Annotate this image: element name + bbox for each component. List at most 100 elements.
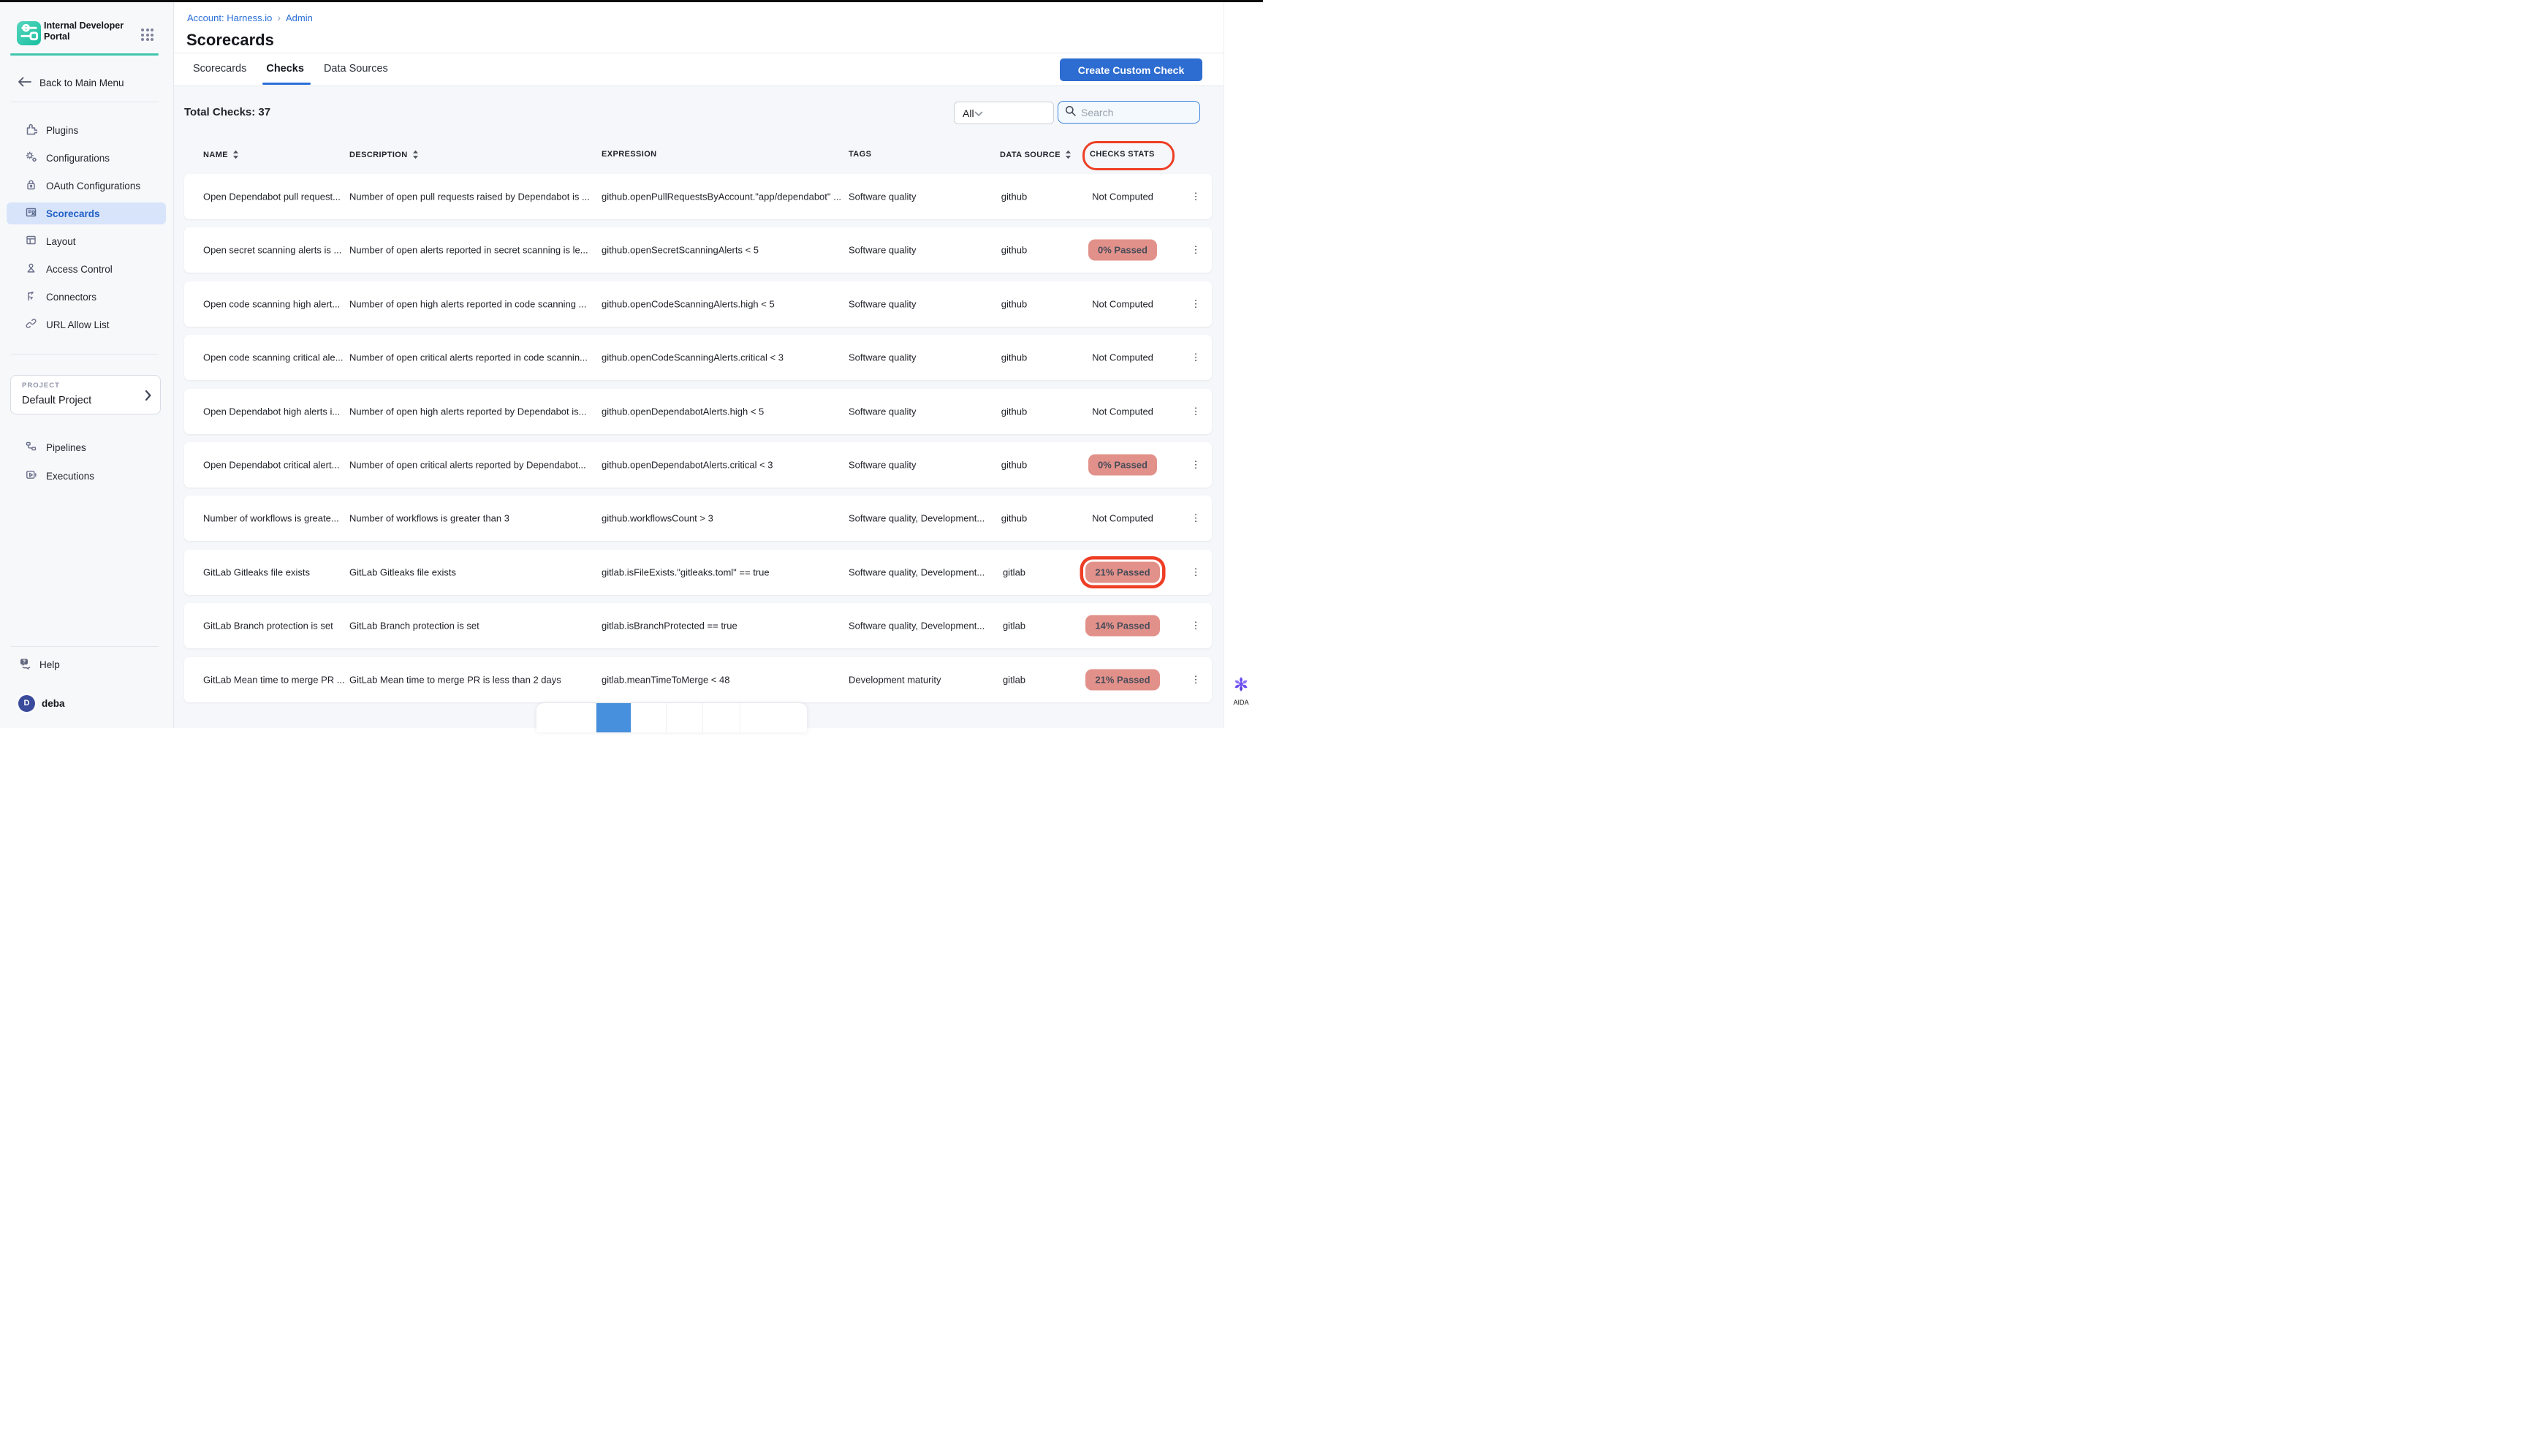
pagination-page[interactable] (667, 703, 703, 732)
stats-badge: 14% Passed (1085, 615, 1159, 637)
row-name: Open code scanning high alert... (203, 298, 346, 309)
row-name: GitLab Branch protection is set (203, 621, 346, 632)
row-kebab-menu[interactable]: ⋮ (1188, 620, 1204, 632)
user-name: deba (42, 698, 65, 709)
sidebar-item-scorecards[interactable]: Scorecards (7, 202, 166, 224)
sidebar-item-access-control[interactable]: Access Control (7, 258, 166, 280)
row-data-source: github (983, 406, 1045, 417)
row-kebab-menu[interactable]: ⋮ (1188, 191, 1204, 202)
project-selector[interactable]: PROJECT Default Project (10, 375, 161, 414)
table-row[interactable]: Open Dependabot high alerts i...Number o… (184, 389, 1212, 434)
sidebar-item-label: Access Control (46, 264, 113, 275)
avatar: D (18, 695, 35, 712)
row-kebab-menu[interactable]: ⋮ (1188, 406, 1204, 417)
row-name: Open secret scanning alerts is ... (203, 245, 346, 256)
table-row[interactable]: Open secret scanning alerts is ...Number… (184, 227, 1212, 273)
pagination-page[interactable] (632, 703, 667, 732)
row-data-source: github (983, 352, 1045, 363)
row-kebab-menu[interactable]: ⋮ (1188, 244, 1204, 256)
chevron-right-icon (145, 390, 151, 404)
pagination-prev-button[interactable] (536, 703, 596, 732)
sidebar-item-pipelines[interactable]: Pipelines (7, 436, 166, 458)
pagination-next-button[interactable] (740, 703, 807, 732)
table-row[interactable]: GitLab Gitleaks file existsGitLab Gitlea… (184, 550, 1212, 595)
column-header-tags[interactable]: TAGS (849, 150, 871, 159)
breadcrumb-account-link[interactable]: Account: Harness.io (187, 12, 272, 23)
row-description: Number of open alerts reported in secret… (349, 245, 594, 256)
table-row[interactable]: Open code scanning high alert...Number o… (184, 281, 1212, 327)
column-label: CHECKS STATS (1090, 150, 1155, 159)
sidebar-item-plugins[interactable]: Plugins (7, 119, 166, 141)
search-input[interactable] (1081, 107, 1176, 118)
row-kebab-menu[interactable]: ⋮ (1188, 298, 1204, 310)
column-header-description[interactable]: DESCRIPTION (349, 150, 419, 159)
column-label: DATA SOURCE (1000, 151, 1061, 159)
tab-data-sources[interactable]: Data Sources (324, 60, 388, 77)
row-name: Number of workflows is greate... (203, 513, 346, 524)
sidebar-item-layout[interactable]: Layout (7, 230, 166, 252)
pagination-page[interactable] (703, 703, 740, 732)
pipeline-icon (25, 440, 37, 455)
project-label: PROJECT (22, 382, 60, 390)
sort-icon (1065, 150, 1072, 159)
tab-scorecards[interactable]: Scorecards (193, 60, 246, 77)
table-row[interactable]: Open Dependabot pull request...Number of… (184, 174, 1212, 219)
link-icon (25, 317, 37, 332)
column-header-data-source[interactable]: DATA SOURCE (1000, 150, 1072, 159)
row-description: GitLab Mean time to merge PR is less tha… (349, 674, 594, 685)
tab-bar: Scorecards Checks Data Sources (193, 60, 388, 77)
row-expression: github.openDependabotAlerts.high < 5 (602, 406, 843, 417)
aida-assistant-button[interactable]: AIDA (1226, 675, 1256, 706)
table-row[interactable]: Open Dependabot critical alert...Number … (184, 442, 1212, 488)
breadcrumb-admin-link[interactable]: Admin (286, 12, 313, 23)
row-checks-stats: Not Computed (1067, 513, 1178, 524)
sidebar-item-label: URL Allow List (46, 319, 110, 330)
chevron-down-icon (974, 107, 983, 119)
row-description: Number of open pull requests raised by D… (349, 192, 594, 202)
stats-badge: 0% Passed (1088, 240, 1157, 261)
sidebar-item-connectors[interactable]: Connectors (7, 286, 166, 308)
row-checks-stats: Not Computed (1067, 352, 1178, 363)
tab-checks[interactable]: Checks (266, 60, 304, 77)
create-custom-check-button[interactable]: Create Custom Check (1060, 58, 1202, 81)
sliders-icon (17, 20, 41, 48)
column-header-checks-stats[interactable]: CHECKS STATS (1090, 150, 1155, 159)
filter-dropdown[interactable]: All (954, 102, 1054, 124)
aida-label: AIDA (1226, 699, 1256, 706)
lock-icon (25, 178, 37, 193)
idp-logo[interactable] (17, 21, 41, 45)
user-menu[interactable]: D deba (18, 694, 65, 713)
sidebar-item-oauth-configurations[interactable]: OAuth Configurations (7, 175, 166, 197)
page-title: Scorecards (186, 31, 274, 50)
help-button[interactable]: ? Help (18, 653, 60, 675)
row-tags: Software quality, Development... (849, 566, 995, 577)
row-kebab-menu[interactable]: ⋮ (1188, 512, 1204, 524)
row-kebab-menu[interactable]: ⋮ (1188, 566, 1204, 578)
sidebar-item-configurations[interactable]: Configurations (7, 147, 166, 169)
row-kebab-menu[interactable]: ⋮ (1188, 674, 1204, 686)
table-row[interactable]: Open code scanning critical ale...Number… (184, 335, 1212, 380)
play-icon (25, 469, 37, 483)
row-tags: Software quality (849, 192, 995, 202)
sidebar-item-url-allow-list[interactable]: URL Allow List (7, 314, 166, 335)
sidebar-item-label: Connectors (46, 292, 96, 303)
table-row[interactable]: Number of workflows is greate...Number o… (184, 496, 1212, 541)
row-kebab-menu[interactable]: ⋮ (1188, 352, 1204, 363)
breadcrumb: Account: Harness.io › Admin (187, 12, 313, 23)
row-name: Open Dependabot critical alert... (203, 460, 346, 471)
row-tags: Development maturity (849, 674, 995, 685)
row-checks-stats: 21% Passed (1067, 561, 1178, 583)
row-data-source: gitlab (983, 674, 1045, 685)
search-icon (1065, 105, 1076, 120)
back-to-main-menu[interactable]: Back to Main Menu (18, 72, 124, 94)
row-tags: Software quality (849, 460, 995, 471)
column-header-expression[interactable]: EXPRESSION (602, 150, 657, 159)
table-row[interactable]: GitLab Mean time to merge PR ...GitLab M… (184, 657, 1212, 702)
module-grid-icon[interactable] (141, 29, 153, 41)
table-row[interactable]: GitLab Branch protection is setGitLab Br… (184, 603, 1212, 648)
row-kebab-menu[interactable]: ⋮ (1188, 459, 1204, 471)
sidebar-item-executions[interactable]: Executions (7, 465, 166, 487)
sidebar-item-label: Executions (46, 471, 94, 482)
column-header-name[interactable]: NAME (203, 150, 239, 159)
pagination-page-active[interactable] (596, 703, 632, 732)
